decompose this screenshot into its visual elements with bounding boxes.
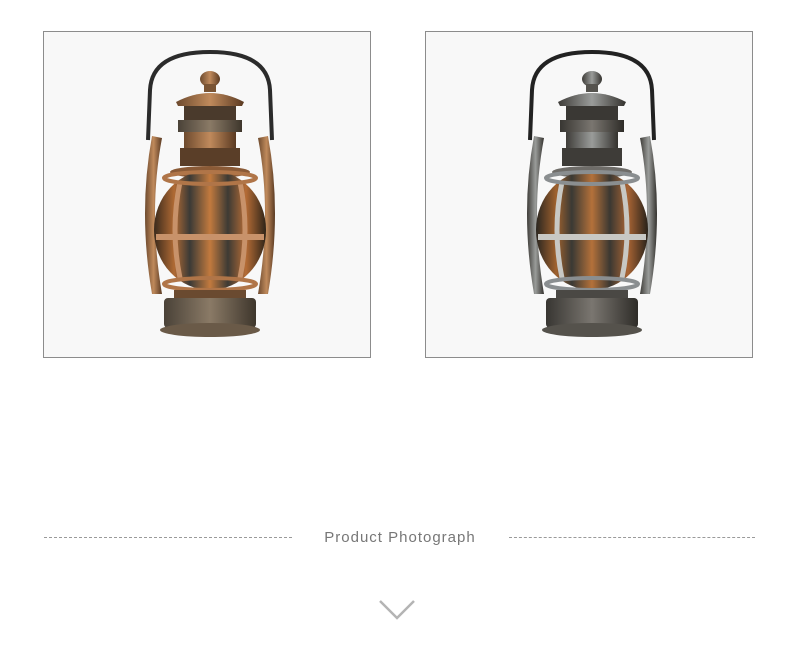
lantern-silver-image xyxy=(527,49,657,337)
dashed-divider-right xyxy=(509,537,755,538)
section-title: Product Photograph xyxy=(324,529,476,546)
lantern-silver-photo xyxy=(425,31,753,358)
lantern-copper-photo xyxy=(43,31,371,358)
dashed-divider-left xyxy=(44,537,292,538)
lantern-copper-image xyxy=(145,49,275,337)
chevron-down-icon xyxy=(379,600,415,620)
